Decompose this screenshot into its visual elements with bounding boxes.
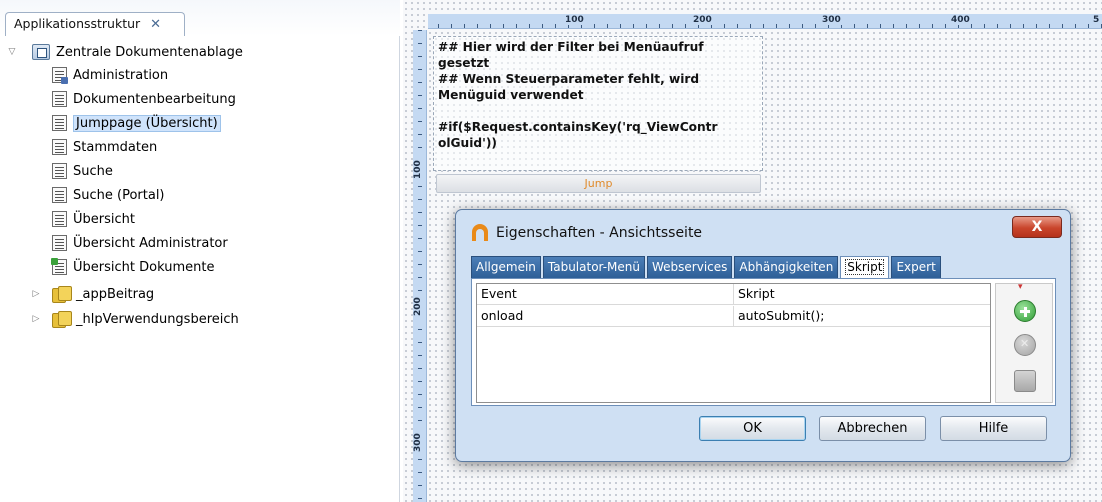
script-text-block[interactable]: ## Hier wird der Filter bei Menüaufruf g… xyxy=(433,36,763,171)
help-button[interactable]: Hilfe xyxy=(940,416,1047,441)
expand-arrow-icon[interactable]: ▷ xyxy=(30,289,42,299)
add-row-icon[interactable] xyxy=(1014,300,1036,322)
page-icon xyxy=(52,163,67,179)
tree-item-jumppage[interactable]: Jumppage (Übersicht) xyxy=(52,112,221,134)
script-line: olGuid')) xyxy=(438,136,498,150)
repository-icon xyxy=(32,44,50,60)
page-icon xyxy=(52,139,67,155)
tree-item-suche-portal[interactable]: Suche (Portal) xyxy=(52,184,165,206)
page-icon xyxy=(52,187,67,203)
page-icon xyxy=(52,91,67,107)
edit-script-icon[interactable] xyxy=(1014,370,1036,392)
tree-item-label: Übersicht Dokumente xyxy=(73,259,215,275)
properties-dialog: Eigenschaften - Ansichtsseite X Allgemei… xyxy=(455,209,1071,462)
tree-group-label: _hlpVerwendungsbereich xyxy=(76,311,239,327)
script-line: gesetzt xyxy=(438,56,490,70)
column-header-skript[interactable]: Skript xyxy=(734,284,990,305)
app-logo-icon xyxy=(472,224,488,241)
ruler-label: 300 xyxy=(413,432,423,453)
script-line xyxy=(438,103,758,119)
vertical-ruler: 100 200 300 xyxy=(413,30,427,502)
tab-expert[interactable]: Expert xyxy=(891,256,941,279)
page-icon xyxy=(52,235,67,251)
page-icon xyxy=(52,211,67,227)
tab-allgemein[interactable]: Allgemein xyxy=(471,256,541,279)
database-icon xyxy=(52,311,72,328)
tree-item-uebersicht-administrator[interactable]: Übersicht Administrator xyxy=(52,232,228,254)
tree-item-suche[interactable]: Suche xyxy=(52,160,113,182)
tree-item-uebersicht-dokumente[interactable]: Übersicht Dokumente xyxy=(51,256,215,278)
tab-label: Abhängigkeiten xyxy=(739,260,834,274)
ruler-label: 100 xyxy=(413,159,423,180)
table-header-row: Event Skript xyxy=(477,284,990,305)
tab-label: Allgemein xyxy=(476,260,536,274)
ruler-label: 300 xyxy=(821,15,842,25)
tab-abhaengigkeiten[interactable]: Abhängigkeiten xyxy=(734,256,839,279)
dialog-close-button[interactable]: X xyxy=(1012,216,1062,238)
ruler-label: 400 xyxy=(950,15,971,25)
ruler-label: 5 xyxy=(1092,15,1101,25)
page-icon xyxy=(52,115,67,131)
table-toolbar: ▾ xyxy=(995,282,1053,403)
tree-item-stammdaten[interactable]: Stammdaten xyxy=(52,136,157,158)
tab-applikationsstruktur[interactable]: Applikationsstruktur ✕ xyxy=(5,12,185,36)
tree-item-dokumentenbearbeitung[interactable]: Dokumentenbearbeitung xyxy=(52,88,236,110)
tree-item-label: Administration xyxy=(73,67,169,83)
ruler-label: 200 xyxy=(692,15,713,25)
dialog-title: Eigenschaften - Ansichtsseite xyxy=(496,224,703,241)
tree-root[interactable]: ▽ Zentrale Dokumentenablage xyxy=(6,41,243,63)
dialog-tabs: Allgemein Tabulator-Menü Webservices Abh… xyxy=(471,256,943,279)
page-start-icon xyxy=(51,258,67,275)
structure-panel: Applikationsstruktur ✕ ▽ Zentrale Dokume… xyxy=(0,0,400,502)
tree-item-administration[interactable]: Administration xyxy=(52,64,168,86)
event-script-table[interactable]: Event Skript onload autoSubmit(); xyxy=(476,283,991,403)
tree-group-label: _appBeitrag xyxy=(76,286,155,302)
tab-label: Webservices xyxy=(652,260,728,274)
tree-item-label: Suche xyxy=(73,163,113,179)
script-line: ## Hier wird der Filter bei Menüaufruf xyxy=(438,40,704,54)
script-line: #if($Request.containsKey('rq_ViewContr xyxy=(438,120,718,134)
tab-label: Tabulator-Menü xyxy=(547,260,640,274)
tree-group-hlpverwendungsbereich[interactable]: ▷ _hlpVerwendungsbereich xyxy=(30,308,239,330)
tab-webservices[interactable]: Webservices xyxy=(647,256,733,279)
tree-item-label: Übersicht xyxy=(73,211,135,227)
tab-skript[interactable]: Skript xyxy=(840,256,890,279)
tree-group-appbeitrag[interactable]: ▷ _appBeitrag xyxy=(30,283,154,305)
tree-item-label: Jumppage (Übersicht) xyxy=(73,114,221,132)
table-cell-event[interactable]: onload xyxy=(477,306,734,327)
close-icon[interactable]: ✕ xyxy=(150,17,161,32)
tab-label: Skript xyxy=(845,259,885,275)
table-row[interactable]: onload autoSubmit(); xyxy=(477,306,990,327)
ruler-label: 200 xyxy=(413,296,423,317)
tree-root-label: Zentrale Dokumentenablage xyxy=(56,44,243,60)
script-line: ## Wenn Steuerparameter fehlt, wird xyxy=(438,72,700,86)
dialog-title-bar: Eigenschaften - Ansichtsseite xyxy=(472,224,702,241)
expand-arrow-icon[interactable]: ▷ xyxy=(30,314,42,324)
cancel-button[interactable]: Abbrechen xyxy=(819,416,926,441)
tree-item-label: Suche (Portal) xyxy=(73,187,165,203)
page-admin-icon xyxy=(52,67,68,84)
tree-item-uebersicht[interactable]: Übersicht xyxy=(52,208,135,230)
tree-item-label: Stammdaten xyxy=(73,139,158,155)
ok-button[interactable]: OK xyxy=(699,416,806,441)
expand-arrow-icon[interactable]: ▽ xyxy=(6,47,18,57)
tab-label: Applikationsstruktur xyxy=(14,16,141,31)
panel-tab-strip: Applikationsstruktur ✕ xyxy=(0,0,400,36)
table-cell-script[interactable]: autoSubmit(); xyxy=(734,306,990,327)
remove-row-icon[interactable] xyxy=(1014,334,1036,356)
horizontal-ruler: 100 200 300 400 5 xyxy=(428,14,1102,29)
column-header-event[interactable]: Event xyxy=(477,284,734,305)
jump-button[interactable]: Jump xyxy=(436,174,761,193)
skript-tab-panel: Event Skript onload autoSubmit(); ▾ xyxy=(471,278,1056,406)
database-icon xyxy=(52,286,72,303)
tree-item-label: Dokumentenbearbeitung xyxy=(73,91,236,107)
tab-tabulator-menue[interactable]: Tabulator-Menü xyxy=(542,256,645,279)
ruler-label: 100 xyxy=(564,15,585,25)
tree-item-label: Übersicht Administrator xyxy=(73,235,228,251)
tab-label: Expert xyxy=(896,260,936,274)
marker-icon: ▾ xyxy=(1018,282,1023,292)
script-line: Menüguid verwendet xyxy=(438,88,584,102)
